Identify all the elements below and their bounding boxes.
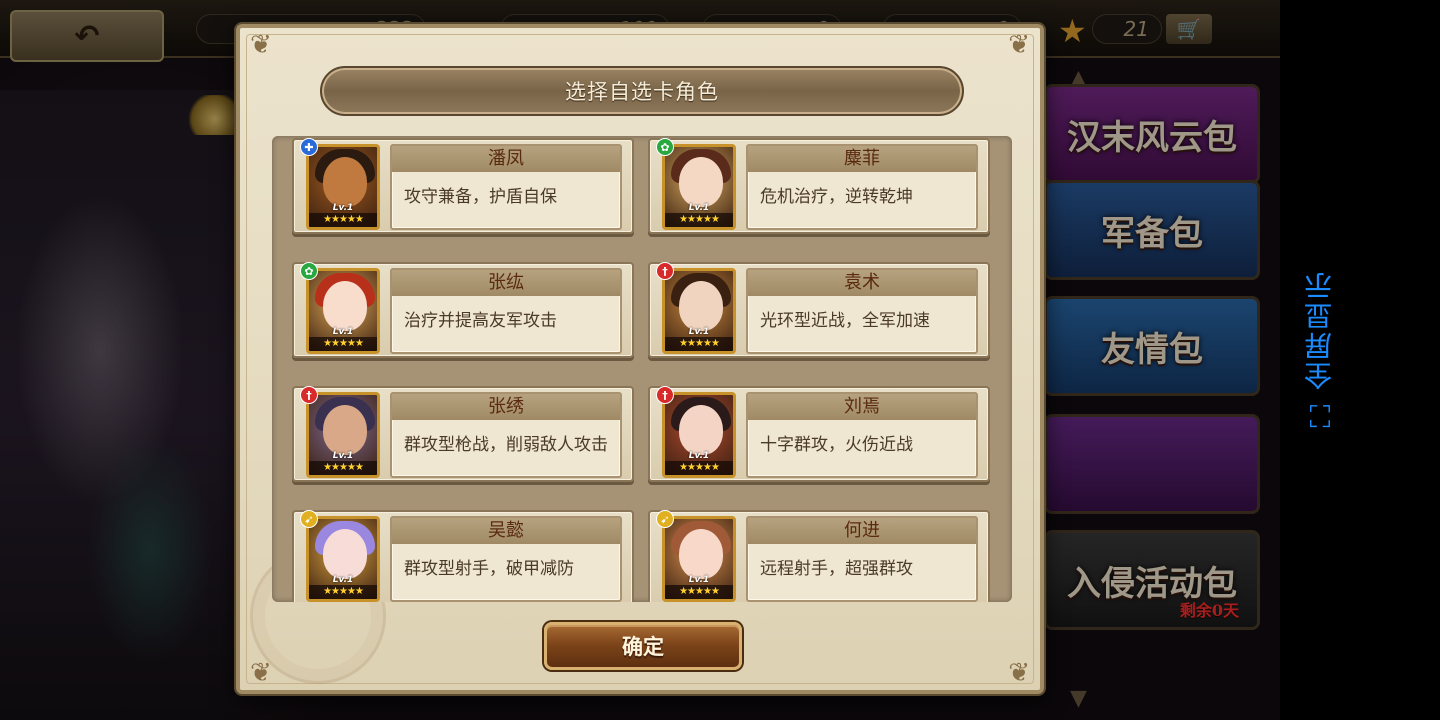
character-info: 张纮治疗并提高友军攻击 xyxy=(390,268,622,354)
character-card[interactable]: † Lv.1 ★★★★★ 张绣 群攻型枪战，削弱敌人攻击 xyxy=(292,386,634,482)
character-info: 张绣群攻型枪战，削弱敌人攻击 xyxy=(390,392,622,478)
star-rating: ★★★★★ xyxy=(665,337,733,351)
level-label: Lv.1 xyxy=(688,575,710,585)
archer-class-icon: ➹ xyxy=(656,510,674,528)
select-character-dialog: ❦ ❦ ❦ ❦ 选择自选卡角色 ✚ Lv.1 ★★★★★ 潘凤 攻守兼备，护盾自保 ✿ Lv… xyxy=(236,24,1044,694)
character-name: 张绣 xyxy=(392,394,620,420)
star-rating: ★★★★★ xyxy=(665,461,733,475)
shield-class-icon: ✚ xyxy=(300,138,318,156)
character-description: 危机治疗，逆转乾坤 xyxy=(760,187,913,207)
character-info: 麋菲危机治疗，逆转乾坤 xyxy=(746,144,978,230)
portrait-face xyxy=(323,157,367,207)
level-label: Lv.1 xyxy=(332,451,354,461)
fullscreen-button[interactable]: 全屏显示 ⛶ xyxy=(1296,270,1344,450)
fullscreen-label: 全屏显示 xyxy=(1303,270,1336,390)
character-description: 群攻型射手，破甲减防 xyxy=(404,559,574,579)
character-card[interactable]: † Lv.1 ★★★★★ 刘焉 十字群攻，火伤近战 xyxy=(648,386,990,482)
healer-class-icon: ✿ xyxy=(300,262,318,280)
character-card[interactable]: ✚ Lv.1 ★★★★★ 潘凤 攻守兼备，护盾自保 xyxy=(292,138,634,234)
character-info: 吴懿群攻型射手，破甲减防 xyxy=(390,516,622,602)
character-portrait: Lv.1 ★★★★★ xyxy=(306,144,380,230)
character-name: 潘凤 xyxy=(392,146,620,172)
warrior-class-icon: † xyxy=(656,386,674,404)
character-description: 治疗并提高友军攻击 xyxy=(404,311,557,331)
portrait-face xyxy=(679,281,723,331)
warrior-class-icon: † xyxy=(300,386,318,404)
character-description: 攻守兼备，护盾自保 xyxy=(404,187,557,207)
character-info: 潘凤攻守兼备，护盾自保 xyxy=(390,144,622,230)
character-description: 远程射手，超强群攻 xyxy=(760,559,913,579)
portrait-face xyxy=(679,157,723,207)
character-portrait: Lv.1 ★★★★★ xyxy=(662,516,736,602)
star-rating: ★★★★★ xyxy=(665,585,733,599)
character-description: 光环型近战，全军加速 xyxy=(760,311,930,331)
confirm-button[interactable]: 确定 xyxy=(544,622,742,670)
level-label: Lv.1 xyxy=(332,575,354,585)
archer-class-icon: ➹ xyxy=(300,510,318,528)
portrait-face xyxy=(679,529,723,579)
character-name: 何进 xyxy=(748,518,976,544)
character-portrait: Lv.1 ★★★★★ xyxy=(662,268,736,354)
character-info: 袁术光环型近战，全军加速 xyxy=(746,268,978,354)
star-rating: ★★★★★ xyxy=(309,337,377,351)
character-portrait: Lv.1 ★★★★★ xyxy=(662,392,736,478)
corner-ornament-icon: ❦ xyxy=(1008,658,1030,688)
portrait-face xyxy=(323,529,367,579)
level-label: Lv.1 xyxy=(332,327,354,337)
character-card[interactable]: ➹ Lv.1 ★★★★★ 何进 远程射手，超强群攻 xyxy=(648,510,990,602)
dialog-title-bar: 选择自选卡角色 xyxy=(320,66,964,116)
character-portrait: Lv.1 ★★★★★ xyxy=(306,516,380,602)
character-list[interactable]: ✚ Lv.1 ★★★★★ 潘凤 攻守兼备，护盾自保 ✿ Lv.1 ★★★★★ 麋菲 危机治疗，逆转… xyxy=(272,136,1012,602)
healer-class-icon: ✿ xyxy=(656,138,674,156)
character-name: 吴懿 xyxy=(392,518,620,544)
character-name: 麋菲 xyxy=(748,146,976,172)
star-rating: ★★★★★ xyxy=(309,461,377,475)
level-label: Lv.1 xyxy=(688,203,710,213)
character-portrait: Lv.1 ★★★★★ xyxy=(306,268,380,354)
character-name: 袁术 xyxy=(748,270,976,296)
level-label: Lv.1 xyxy=(332,203,354,213)
character-name: 张纮 xyxy=(392,270,620,296)
character-name: 刘焉 xyxy=(748,394,976,420)
portrait-face xyxy=(323,281,367,331)
star-rating: ★★★★★ xyxy=(665,213,733,227)
corner-ornament-icon: ❦ xyxy=(250,30,272,60)
character-card[interactable]: ✿ Lv.1 ★★★★★ 麋菲 危机治疗，逆转乾坤 xyxy=(648,138,990,234)
character-card[interactable]: ➹ Lv.1 ★★★★★ 吴懿 群攻型射手，破甲减防 xyxy=(292,510,634,602)
character-portrait: Lv.1 ★★★★★ xyxy=(662,144,736,230)
corner-ornament-icon: ❦ xyxy=(1008,30,1030,60)
character-portrait: Lv.1 ★★★★★ xyxy=(306,392,380,478)
warrior-class-icon: † xyxy=(656,262,674,280)
character-description: 群攻型枪战，削弱敌人攻击 xyxy=(404,435,608,455)
dialog-title: 选择自选卡角色 xyxy=(565,80,719,104)
level-label: Lv.1 xyxy=(688,327,710,337)
portrait-face xyxy=(679,405,723,455)
portrait-face xyxy=(323,405,367,455)
star-rating: ★★★★★ xyxy=(309,213,377,227)
expand-icon: ⛶ xyxy=(1309,400,1331,435)
character-info: 刘焉十字群攻，火伤近战 xyxy=(746,392,978,478)
star-rating: ★★★★★ xyxy=(309,585,377,599)
character-card[interactable]: ✿ Lv.1 ★★★★★ 张纮 治疗并提高友军攻击 xyxy=(292,262,634,358)
character-info: 何进远程射手，超强群攻 xyxy=(746,516,978,602)
character-card[interactable]: † Lv.1 ★★★★★ 袁术 光环型近战，全军加速 xyxy=(648,262,990,358)
level-label: Lv.1 xyxy=(688,451,710,461)
character-description: 十字群攻，火伤近战 xyxy=(760,435,913,455)
